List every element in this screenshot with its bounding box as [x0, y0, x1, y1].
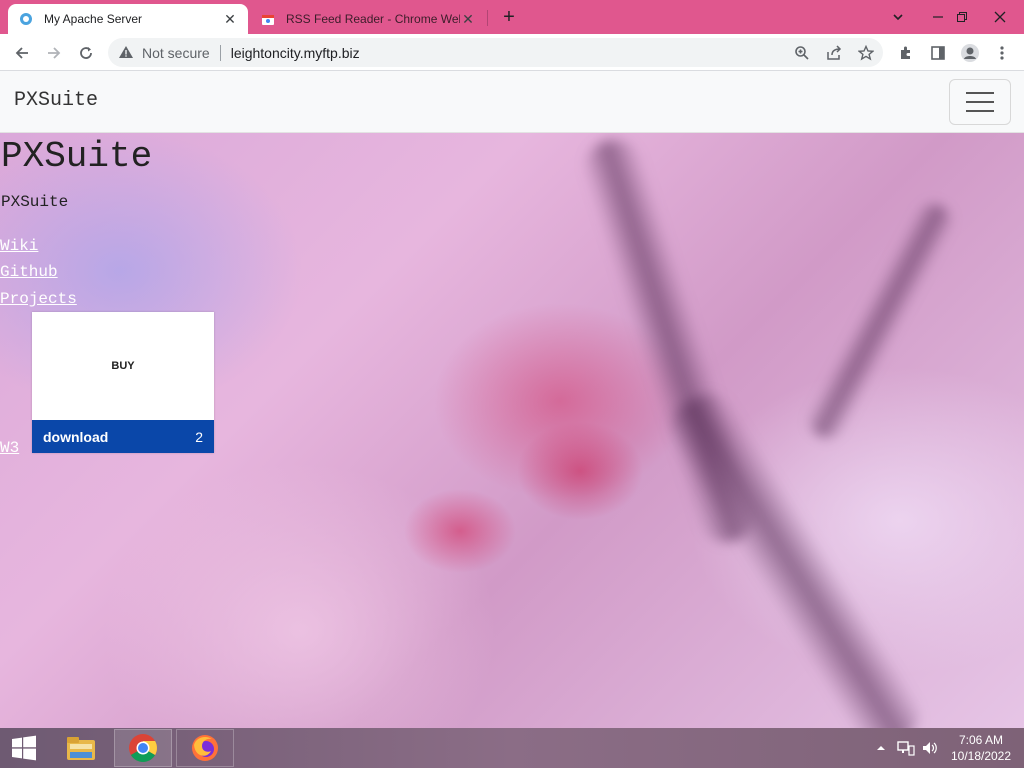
tray-overflow-icon[interactable] — [876, 728, 886, 768]
reload-button[interactable] — [72, 39, 100, 67]
page-subtitle: PXSuite — [1, 193, 69, 211]
close-icon[interactable]: ✕ — [222, 11, 238, 27]
forward-button[interactable] — [40, 39, 68, 67]
download-card: BUY download 2 — [32, 312, 214, 453]
download-button[interactable]: download 2 — [32, 420, 214, 453]
tab-my-apache-server[interactable]: My Apache Server ✕ — [8, 4, 248, 34]
globe-icon — [18, 11, 34, 27]
web-store-icon — [260, 11, 276, 27]
firefox-taskbar-icon[interactable] — [176, 729, 234, 767]
hamburger-line — [966, 101, 994, 103]
background-branch — [801, 196, 959, 446]
url-text[interactable]: leightoncity.myftp.biz — [231, 45, 360, 61]
bookmark-star-icon[interactable] — [852, 39, 880, 67]
buy-button[interactable]: BUY — [32, 312, 214, 420]
profile-avatar-icon[interactable] — [956, 39, 984, 67]
side-panel-icon[interactable] — [924, 39, 952, 67]
clock-date: 10/18/2022 — [950, 749, 1012, 763]
page-title: PXSuite — [1, 136, 153, 177]
restore-button[interactable] — [942, 0, 982, 34]
clock-time: 7:06 AM — [958, 733, 1004, 747]
share-icon[interactable] — [820, 39, 848, 67]
link-github[interactable]: Github — [0, 263, 58, 281]
tab-title: My Apache Server — [44, 12, 143, 26]
back-button[interactable] — [8, 39, 36, 67]
menu-kebab-icon[interactable] — [988, 39, 1016, 67]
hamburger-line — [966, 110, 994, 112]
volume-icon[interactable] — [921, 728, 939, 768]
close-window-button[interactable] — [980, 0, 1020, 34]
hamburger-line — [966, 92, 994, 94]
browser-toolbar: Not secure leightoncity.myftp.biz — [0, 34, 1024, 71]
link-projects[interactable]: Projects — [0, 290, 77, 308]
start-button[interactable] — [0, 729, 48, 767]
warning-icon[interactable] — [118, 44, 134, 63]
omnibox-divider — [219, 44, 221, 61]
navbar-brand[interactable]: PXSuite — [14, 89, 98, 112]
tab-search-icon[interactable] — [878, 0, 918, 34]
site-navbar: PXSuite — [0, 71, 1024, 133]
windows-taskbar: 7:06 AM 10/18/2022 — [0, 728, 1024, 768]
close-icon[interactable]: ✕ — [460, 11, 476, 27]
tab-rss-feed-reader[interactable]: RSS Feed Reader - Chrome Web Store ✕ — [250, 4, 486, 34]
extensions-icon[interactable] — [892, 39, 920, 67]
chrome-taskbar-icon[interactable] — [114, 729, 172, 767]
tab-strip: My Apache Server ✕ RSS Feed Reader - Chr… — [0, 0, 1024, 34]
page-viewport: PXSuite PXSuite PXSuite Wiki Github Proj… — [0, 71, 1024, 728]
zoom-icon[interactable] — [788, 39, 816, 67]
link-w3[interactable]: W3 — [0, 439, 19, 457]
hamburger-menu-button[interactable] — [949, 79, 1011, 125]
background-branch — [659, 382, 931, 728]
system-clock[interactable]: 7:06 AM 10/18/2022 — [946, 732, 1016, 764]
download-label: download — [43, 428, 109, 445]
address-bar[interactable]: Not secure leightoncity.myftp.biz — [108, 38, 883, 67]
link-wiki[interactable]: Wiki — [0, 237, 38, 255]
download-count: 2 — [195, 428, 203, 445]
file-explorer-taskbar-icon[interactable] — [52, 729, 110, 767]
network-icon[interactable] — [897, 728, 915, 768]
tab-title: RSS Feed Reader - Chrome Web Store — [286, 12, 460, 26]
tab-divider — [487, 10, 488, 26]
security-label[interactable]: Not secure — [142, 45, 210, 61]
new-tab-button[interactable]: + — [498, 6, 520, 28]
